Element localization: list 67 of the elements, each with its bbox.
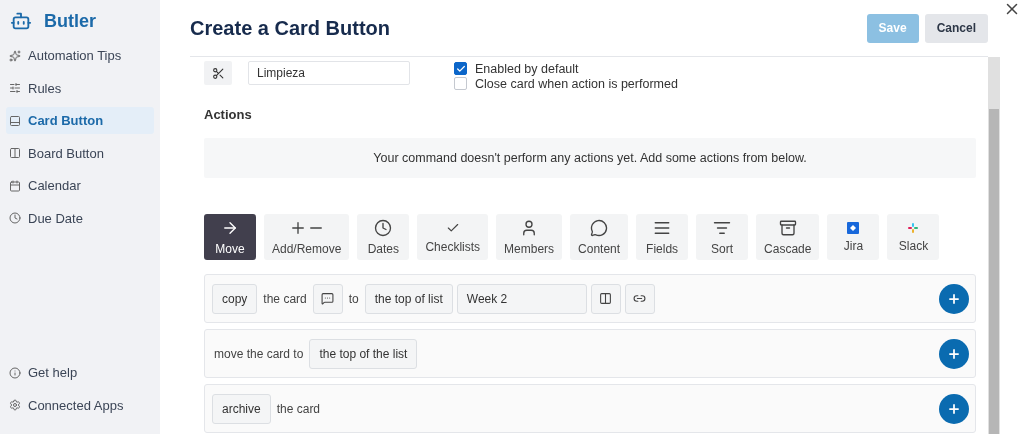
checkbox[interactable]	[454, 62, 467, 75]
action-tab[interactable]: Slack	[887, 214, 940, 260]
columns-button[interactable]	[590, 283, 621, 314]
sidebar-item-icon	[9, 49, 21, 62]
action-tab[interactable]: Fields	[636, 214, 689, 260]
action-tab[interactable]: Add/Remove	[264, 214, 350, 260]
checkbox-label: Enabled by default	[475, 61, 579, 76]
sidebar-item[interactable]: Board Button	[6, 139, 154, 167]
action-tab[interactable]: Dates	[357, 214, 410, 260]
add-action-button[interactable]	[939, 393, 969, 424]
sidebar-item[interactable]: Card Button	[6, 107, 154, 134]
jira-icon	[847, 221, 860, 234]
clock-icon	[374, 218, 393, 237]
sidebar-item-icon	[9, 179, 21, 192]
sidebar-item-icon	[9, 366, 21, 379]
robot-icon	[10, 10, 32, 32]
archive-icon	[778, 218, 797, 237]
section-heading: Actions	[204, 107, 253, 122]
action-text: the card	[263, 291, 307, 306]
option-select[interactable]: archive	[212, 393, 271, 424]
cancel-button[interactable]: Cancel	[924, 13, 988, 43]
action-text: move the card to	[214, 346, 304, 361]
action-tab[interactable]: Move	[204, 214, 256, 260]
link-button[interactable]	[624, 283, 655, 314]
action-tab[interactable]: Content	[570, 214, 629, 260]
action-tab[interactable]: Checklists	[417, 214, 489, 260]
dialog-title: Create a Card Button	[190, 16, 392, 40]
action-tab[interactable]: Cascade	[756, 214, 820, 260]
action-tab[interactable]: Sort	[696, 214, 749, 260]
sidebar-item[interactable]: Automation Tips	[6, 42, 154, 69]
option-select[interactable]: copy	[212, 283, 258, 314]
sidebar-item-icon	[9, 82, 21, 94]
action-text: the card	[276, 401, 321, 416]
sidebar-item-icon	[9, 114, 21, 127]
plus-icon	[947, 346, 961, 361]
action-tab[interactable]: Members	[496, 214, 563, 260]
columns-icon	[599, 292, 613, 305]
action-tab[interactable]: Jira	[827, 214, 880, 260]
icon-picker[interactable]	[204, 61, 232, 85]
sidebar-item-icon	[9, 399, 21, 411]
sidebar-item[interactable]: Due Date	[6, 204, 154, 232]
app-title: Butler	[44, 10, 96, 32]
sidebar-item[interactable]: Calendar	[6, 172, 154, 199]
add-action-button[interactable]	[939, 283, 969, 314]
list-name-field[interactable]: Week 2	[456, 283, 587, 314]
action-text: to	[348, 291, 359, 306]
option-select[interactable]: the top of list	[364, 283, 453, 314]
plus-icon	[947, 291, 961, 306]
scissors-icon	[211, 66, 225, 80]
sidebar-item[interactable]: Get help	[6, 359, 154, 386]
option-select[interactable]: the top of the list	[309, 338, 418, 369]
add-action-button[interactable]	[939, 338, 969, 369]
comment-button[interactable]	[312, 283, 343, 314]
name-field[interactable]: Limpieza	[248, 61, 410, 85]
checkbox[interactable]	[454, 77, 467, 90]
speech-bubble-icon	[590, 218, 609, 237]
sidebar-item-icon	[9, 212, 21, 224]
checkbox-label: Close card when action is performed	[475, 76, 678, 91]
sidebar-item[interactable]: Connected Apps	[6, 391, 154, 419]
empty-message: Your command doesn't perform any actions yet. Add some actions from below.	[204, 138, 976, 178]
sidebar-item-icon	[9, 147, 21, 159]
slack-icon	[907, 221, 920, 234]
plus-icon	[947, 401, 961, 416]
sidebar-item[interactable]: Rules	[6, 74, 154, 102]
comment-icon	[321, 292, 335, 305]
link-icon	[633, 292, 647, 305]
scrollbar[interactable]	[988, 57, 1000, 434]
